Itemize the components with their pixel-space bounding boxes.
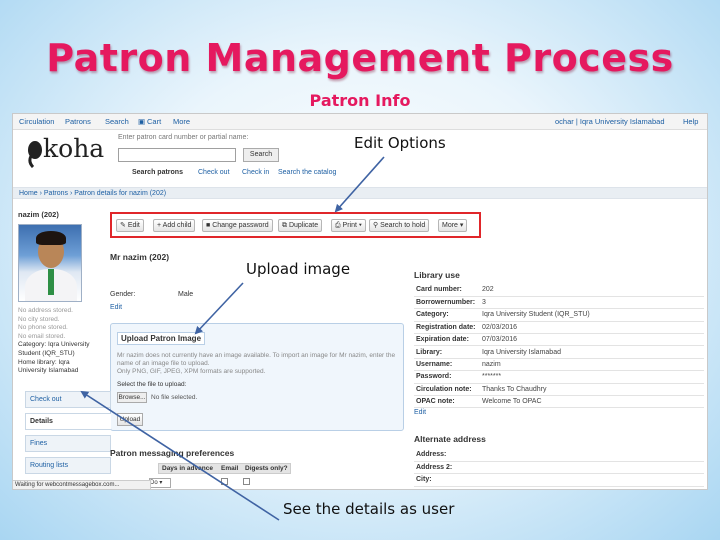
upload-button[interactable]: Upload (117, 413, 143, 426)
side-tab-check-out[interactable]: Check out (25, 391, 111, 408)
patron-search-input[interactable] (118, 148, 236, 162)
nav-patrons[interactable]: Patrons (65, 117, 91, 126)
library-edit-link[interactable]: Edit (414, 409, 426, 416)
gender-value: Male (178, 291, 194, 298)
table-row: Category: Iqra University Student (IQR_ST… (414, 308, 704, 322)
table-row: Expiration date: 07/03/2016 (414, 333, 704, 347)
browse-button[interactable]: Browse... (117, 392, 147, 403)
alternate-address-table: Address: Address 2: City: (414, 449, 704, 487)
cart-icon: ▣ (138, 117, 146, 126)
koha-logo-icon (28, 141, 42, 168)
more-button[interactable]: More ▾ (438, 219, 468, 232)
digest-checkbox[interactable] (243, 478, 250, 485)
side-tab-details[interactable]: Details (25, 413, 111, 430)
days-in-advance-select[interactable]: Do ▾ (149, 478, 171, 488)
tab-check-out[interactable]: Check out (198, 169, 230, 176)
tab-search-catalog[interactable]: Search the catalog (278, 169, 336, 176)
nav-user[interactable]: ochar | Iqra University Islamabad (555, 117, 665, 126)
file-value: No file selected. (151, 394, 198, 401)
see-details-annotation: See the details as user (283, 500, 455, 518)
upload-panel-title: Upload Patron Image (117, 332, 206, 345)
nav-circulation[interactable]: Circulation (19, 117, 54, 126)
table-row: Address: (414, 449, 704, 462)
table-row: Username: nazim (414, 358, 704, 372)
search-hint: Enter patron card number or partial name… (118, 134, 249, 141)
library-use-table: Card number: 202 Borrowernumber: 3 Categor… (414, 284, 704, 409)
alternate-address-heading: Alternate address (414, 434, 486, 444)
email-checkbox[interactable] (221, 478, 228, 485)
search-submit-button[interactable]: Search (243, 148, 279, 162)
patron-summary: No address stored. No city stored. No ph… (18, 307, 90, 375)
slide-subtitle: Patron Info (309, 91, 411, 110)
table-row: City: (414, 473, 704, 487)
change-password-button[interactable]: ■ Change password (202, 219, 273, 232)
top-nav: Circulation Patrons Search ▣ Cart More o… (13, 114, 707, 130)
gender-label: Gender: (110, 291, 136, 298)
table-row: OPAC note: Welcome To OPAC (414, 395, 704, 409)
koha-screenshot: Circulation Patrons Search ▣ Cart More o… (12, 113, 708, 490)
upload-image-annotation: Upload image (246, 260, 351, 278)
add-child-button[interactable]: + Add child (153, 219, 196, 232)
table-row: Library: Iqra University Islamabad (414, 345, 704, 359)
nav-more[interactable]: More (173, 117, 190, 126)
nav-help[interactable]: Help (683, 117, 698, 126)
library-use-heading: Library use (414, 270, 460, 280)
patron-toolbar: ✎ Edit + Add child ■ Change password ⧉ D… (110, 212, 481, 238)
print-button[interactable]: ⎙ Print ▾ (331, 219, 366, 232)
koha-logo: koha (25, 134, 105, 168)
table-row: Address 2: (414, 461, 704, 475)
koha-logo-text: koha (43, 134, 105, 163)
edit-link[interactable]: Edit (110, 304, 122, 311)
nav-search[interactable]: Search (105, 117, 129, 126)
edit-button[interactable]: ✎ Edit (116, 219, 144, 232)
table-row: Borrowernumber: 3 (414, 296, 704, 310)
patron-photo (18, 224, 82, 302)
messaging-table-header: Days in advance Email Digests only? (158, 463, 291, 474)
nav-cart[interactable]: Cart (147, 117, 161, 126)
search-to-hold-button[interactable]: ⚲ Search to hold (369, 219, 430, 232)
browser-status-bar: Waiting for webcontmessagebox.com... (13, 480, 151, 489)
upload-description: Mr nazim does not currently have an imag… (117, 352, 396, 375)
table-row: Password: ******* (414, 370, 704, 384)
duplicate-button[interactable]: ⧉ Duplicate (278, 219, 323, 232)
breadcrumb: Home › Patrons › Patron details for nazi… (13, 187, 707, 199)
breadcrumb-text[interactable]: Home › Patrons › Patron details for nazi… (19, 190, 166, 197)
tab-search-patrons[interactable]: Search patrons (132, 169, 183, 176)
file-select-label: Select the file to upload: (117, 381, 187, 388)
slide-title: Patron Management Process (46, 36, 674, 80)
table-row: Circulation note: Thanks To Chaudhry (414, 383, 704, 397)
upload-patron-image-panel: Upload Patron Image Mr nazim does not cu… (110, 323, 404, 431)
side-tab-fines[interactable]: Fines (25, 435, 111, 452)
patron-heading: nazim (202) (18, 210, 59, 219)
edit-options-annotation: Edit Options (354, 134, 446, 152)
messaging-preferences-heading: Patron messaging preferences (110, 448, 235, 458)
side-tab-routing-lists[interactable]: Routing lists (25, 457, 111, 474)
tab-check-in[interactable]: Check in (242, 169, 269, 176)
patron-name: Mr nazim (202) (110, 252, 170, 262)
table-row: Registration date: 02/03/2016 (414, 321, 704, 335)
table-row: Card number: 202 (414, 284, 704, 297)
